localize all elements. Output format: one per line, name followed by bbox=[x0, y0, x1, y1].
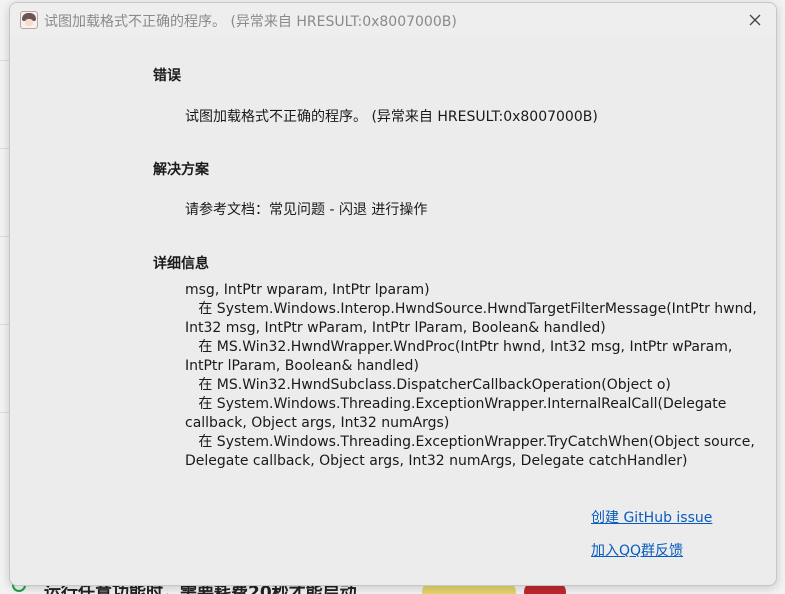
details-heading: 详细信息 bbox=[153, 256, 209, 272]
details-stacktrace: msg, IntPtr wparam, IntPtr lparam) 在 Sys… bbox=[185, 282, 757, 469]
window-title: 试图加载格式不正确的程序。 (异常来自 HRESULT:0x8007000B) bbox=[44, 14, 457, 30]
join-qq-group-link[interactable]: 加入QQ群反馈 bbox=[591, 540, 683, 560]
close-icon bbox=[749, 14, 761, 26]
solution-heading: 解决方案 bbox=[153, 162, 209, 178]
title-bar[interactable]: 试图加载格式不正确的程序。 (异常来自 HRESULT:0x8007000B) bbox=[10, 3, 776, 37]
app-avatar-icon bbox=[20, 11, 38, 29]
close-button[interactable] bbox=[742, 7, 768, 33]
create-github-issue-link[interactable]: 创建 GitHub issue bbox=[591, 507, 712, 527]
error-dialog: 试图加载格式不正确的程序。 (异常来自 HRESULT:0x8007000B) … bbox=[9, 2, 777, 586]
error-message: 试图加载格式不正确的程序。 (异常来自 HRESULT:0x8007000B) bbox=[185, 109, 598, 125]
solution-message: 请参考文档：常见问题 - 闪退 进行操作 bbox=[185, 202, 428, 218]
dialog-content: 错误 试图加载格式不正确的程序。 (异常来自 HRESULT:0x8007000… bbox=[10, 37, 776, 585]
error-heading: 错误 bbox=[153, 68, 181, 84]
